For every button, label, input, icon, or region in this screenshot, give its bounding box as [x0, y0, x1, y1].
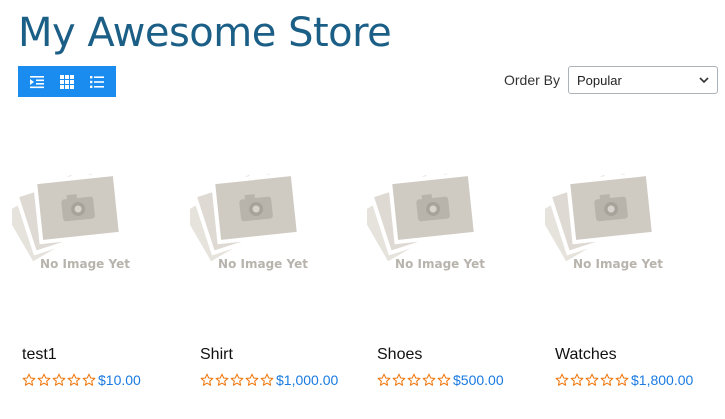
star-outline-icon: [230, 373, 244, 386]
no-image-placeholder[interactable]: No Image Yet: [532, 160, 695, 290]
grid-icon: [60, 74, 74, 89]
star-outline-icon: [22, 373, 36, 386]
list-view-button[interactable]: [86, 71, 108, 93]
rating-price-row: $500.00: [377, 372, 504, 388]
star-outline-icon: [422, 373, 436, 386]
order-by-select[interactable]: Popular: [568, 66, 718, 94]
star-outline-icon: [52, 373, 66, 386]
star-outline-icon: [245, 373, 259, 386]
product-name[interactable]: test1: [22, 346, 57, 364]
star-rating: [200, 373, 274, 387]
star-rating: [555, 373, 629, 387]
indent-icon: [30, 75, 44, 88]
star-outline-icon: [82, 373, 96, 386]
star-rating: [22, 373, 96, 387]
view-mode-toolbar: [18, 66, 116, 97]
star-outline-icon: [615, 373, 629, 386]
star-outline-icon: [260, 373, 274, 386]
star-outline-icon: [600, 373, 614, 386]
star-outline-icon: [392, 373, 406, 386]
chevron-down-icon: [699, 77, 709, 84]
grid-view-button[interactable]: [56, 71, 78, 93]
star-outline-icon: [200, 373, 214, 386]
order-by-label: Order By: [504, 72, 561, 88]
product-price: $1,000.00: [276, 372, 339, 388]
product-name[interactable]: Shirt: [200, 346, 233, 364]
product-price: $1,800.00: [631, 372, 694, 388]
star-outline-icon: [437, 373, 451, 386]
star-outline-icon: [215, 373, 229, 386]
no-image-label: No Image Yet: [573, 257, 663, 271]
no-image-placeholder[interactable]: No Image Yet: [354, 160, 517, 290]
list-icon: [90, 75, 104, 88]
no-image-placeholder[interactable]: No Image Yet: [177, 160, 340, 290]
star-rating: [377, 373, 451, 387]
rating-price-row: $1,000.00: [200, 372, 338, 388]
product-name[interactable]: Shoes: [377, 346, 422, 364]
star-outline-icon: [407, 373, 421, 386]
product-name[interactable]: Watches: [555, 346, 617, 364]
no-image-label: No Image Yet: [40, 257, 130, 271]
no-image-label: No Image Yet: [218, 257, 308, 271]
star-outline-icon: [585, 373, 599, 386]
star-outline-icon: [377, 373, 391, 386]
rating-price-row: $10.00: [22, 372, 141, 388]
product-price: $10.00: [98, 372, 141, 388]
no-image-label: No Image Yet: [395, 257, 485, 271]
rating-price-row: $1,800.00: [555, 372, 693, 388]
indent-view-button[interactable]: [26, 71, 48, 93]
product-price: $500.00: [453, 372, 504, 388]
star-outline-icon: [37, 373, 51, 386]
star-outline-icon: [570, 373, 584, 386]
star-outline-icon: [67, 373, 81, 386]
no-image-placeholder[interactable]: No Image Yet: [0, 160, 162, 290]
page-title: My Awesome Store: [18, 10, 392, 56]
star-outline-icon: [555, 373, 569, 386]
order-by-selected-value: Popular: [577, 72, 622, 88]
